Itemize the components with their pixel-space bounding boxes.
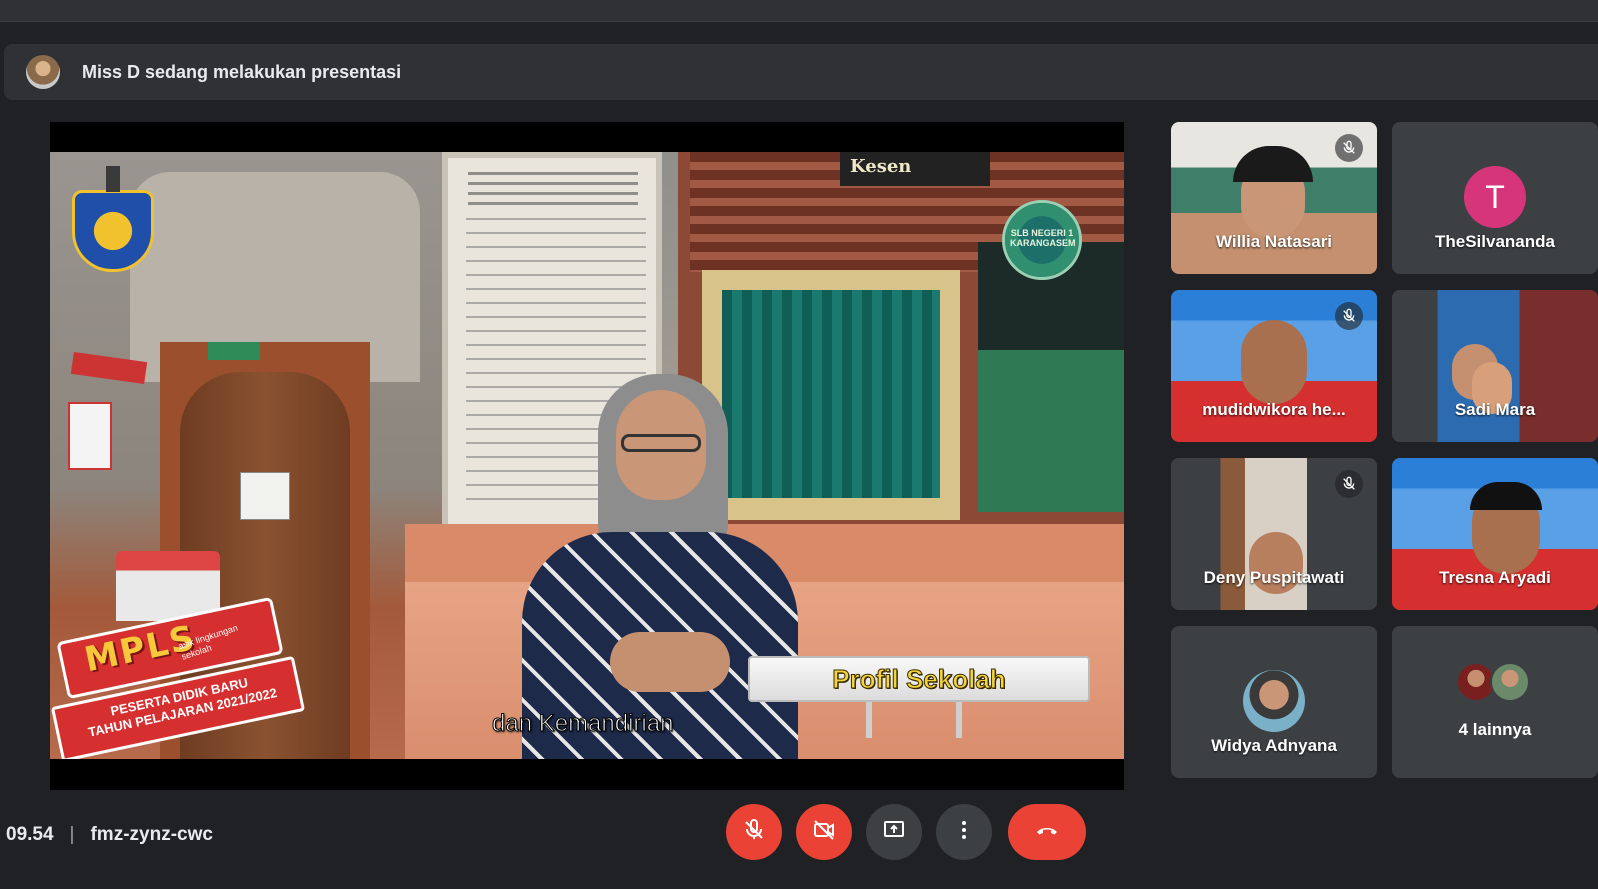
- mic-off-icon: [1335, 302, 1363, 330]
- participant-tile[interactable]: Willia Natasari: [1171, 122, 1377, 274]
- video-window-curtain: [722, 290, 940, 498]
- mpls-badge: MPLS asik lingkungan sekolah PESERTA DID…: [50, 547, 308, 759]
- participant-name: TheSilvananda: [1435, 232, 1555, 251]
- video-door-notice: [240, 472, 290, 520]
- end-call-button[interactable]: [1008, 804, 1086, 860]
- more-participants-avatars: [1456, 662, 1536, 706]
- regency-logo: [72, 190, 154, 272]
- participant-tile[interactable]: Deny Puspitawati: [1171, 458, 1377, 610]
- more-vert-icon: [952, 818, 976, 847]
- video-window-right: [978, 242, 1124, 512]
- video-exit-sign: [208, 342, 260, 360]
- presentation-stage[interactable]: Kesen SLB NEGERI 1 KARANGASEM MPLS asik …: [50, 122, 1124, 790]
- participant-name: Tresna Aryadi: [1439, 568, 1551, 587]
- profil-label-leg: [866, 702, 872, 738]
- presentation-video: Kesen SLB NEGERI 1 KARANGASEM MPLS asik …: [50, 152, 1124, 759]
- participant-avatar: T: [1464, 166, 1526, 228]
- board-heading: [468, 172, 638, 208]
- participant-tile[interactable]: Widya Adnyana: [1171, 626, 1377, 778]
- video-room-sign: Kesen: [840, 152, 990, 186]
- presenter-hands: [610, 632, 730, 692]
- present-screen-icon: [882, 818, 906, 847]
- participant-tile[interactable]: Sadi Mara: [1392, 290, 1598, 442]
- mic-off-icon: [1335, 134, 1363, 162]
- meeting-code[interactable]: fmz-zynz-cwc: [90, 824, 212, 846]
- presenter-banner-text: Miss D sedang melakukan presentasi: [82, 61, 402, 82]
- more-participants-tile[interactable]: 4 lainnya: [1392, 626, 1598, 778]
- profil-label-leg: [956, 702, 962, 738]
- present-screen-button[interactable]: [866, 804, 922, 860]
- meeting-time: 09.54: [6, 824, 54, 845]
- participant-avatar: [1243, 670, 1305, 732]
- participant-name: mudidwikora he...: [1202, 400, 1346, 419]
- participant-tile[interactable]: mudidwikora he...: [1171, 290, 1377, 442]
- presenter-avatar: [26, 55, 60, 89]
- mic-off-icon: [742, 818, 766, 847]
- participant-avatar: [1490, 662, 1530, 702]
- meeting-info: 09.54 | fmz-zynz-cwc: [6, 820, 213, 850]
- presenter-glasses: [621, 434, 701, 452]
- profil-sekolah-text: Profil Sekolah: [832, 663, 1006, 694]
- meeting-info-separator: |: [69, 824, 75, 845]
- participant-name: Deny Puspitawati: [1203, 568, 1345, 587]
- participant-name: Sadi Mara: [1454, 400, 1536, 419]
- presenter-banner: Miss D sedang melakukan presentasi: [4, 44, 1598, 100]
- participant-name: Willia Natasari: [1215, 232, 1333, 251]
- participant-face: [1241, 320, 1307, 404]
- call-end-icon: [1035, 818, 1059, 847]
- window-top-strip: [0, 0, 1598, 22]
- participant-name: Widya Adnyana: [1211, 736, 1337, 755]
- camera-off-icon: [812, 818, 836, 847]
- more-options-button[interactable]: [936, 804, 992, 860]
- regency-logo-crown: [106, 166, 120, 192]
- participant-tile[interactable]: Tresna Aryadi: [1392, 458, 1598, 610]
- profil-sekolah-label: Profil Sekolah: [748, 656, 1090, 702]
- mic-toggle-button[interactable]: [726, 804, 782, 860]
- no-smoking-sign: [68, 402, 112, 470]
- more-participants-label: 4 lainnya: [1458, 720, 1532, 739]
- school-logo-text: SLB NEGERI 1 KARANGASEM: [1010, 228, 1076, 248]
- participant-tile[interactable]: T TheSilvananda: [1392, 122, 1598, 274]
- video-caption: dan Kemandirian: [491, 710, 674, 738]
- camera-toggle-button[interactable]: [796, 804, 852, 860]
- mic-off-icon: [1335, 470, 1363, 498]
